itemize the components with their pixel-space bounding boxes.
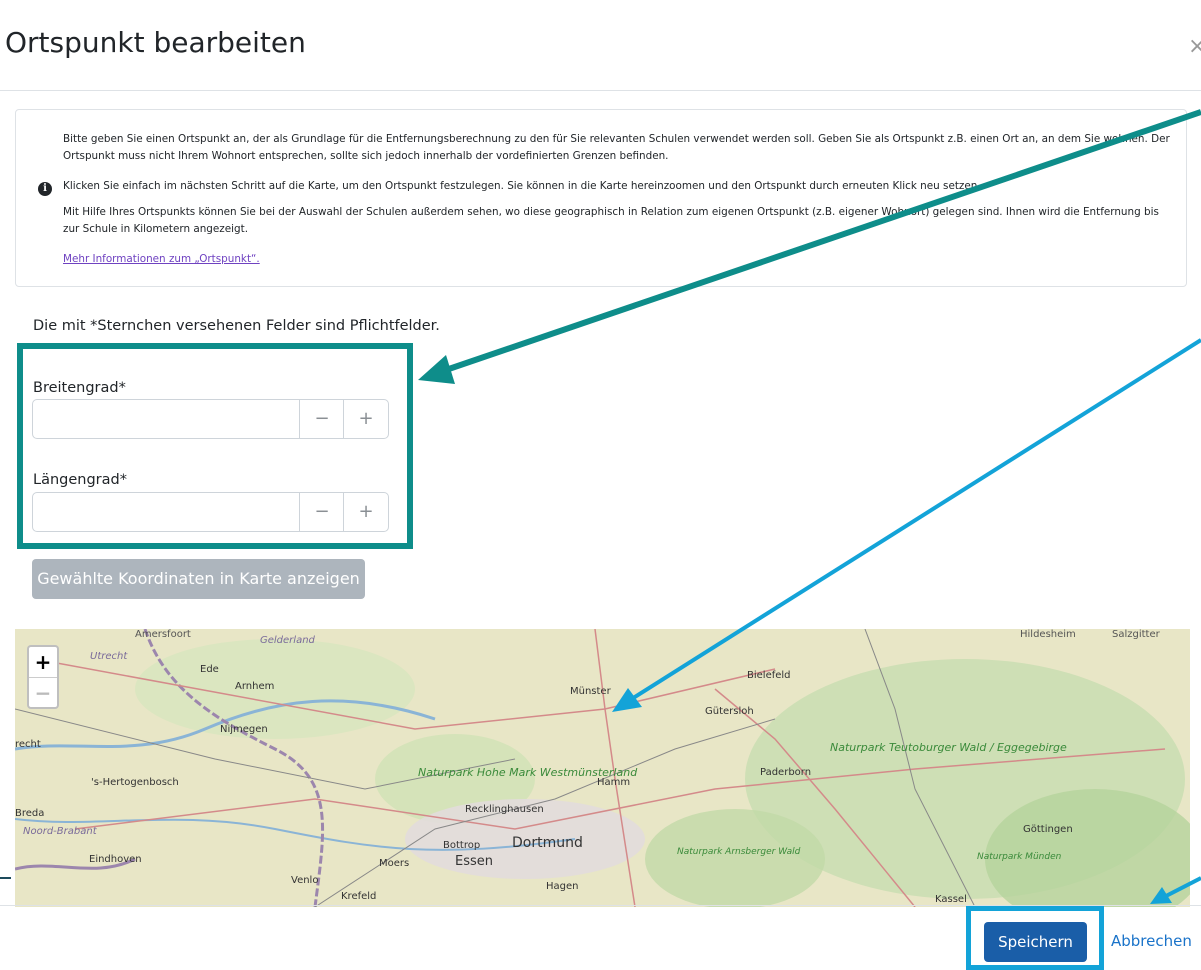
info-icon: i <box>38 182 52 196</box>
map-label-amersfoort: Amersfoort <box>135 629 191 640</box>
info-box: i Bitte geben Sie einen Ortspunkt an, de… <box>15 109 1187 287</box>
map-label-goettingen: Göttingen <box>1023 824 1073 835</box>
map-label-krefeld: Krefeld <box>341 891 376 902</box>
more-info-link[interactable]: Mehr Informationen zum „Ortspunkt“. <box>63 253 260 265</box>
map-canvas[interactable]: Amersfoort Gelderland Utrecht Ede Arnhem… <box>15 629 1190 907</box>
map-label-arnhem: Arnhem <box>235 681 274 692</box>
map-label-venlo: Venlo <box>291 875 318 886</box>
info-paragraph-3: Mit Hilfe Ihres Ortspunkts können Sie be… <box>63 206 1159 235</box>
zoom-out-button[interactable]: − <box>29 678 57 708</box>
info-paragraph-2: Klicken Sie einfach im nächsten Schritt … <box>63 180 981 192</box>
map-zoom-control: + − <box>27 645 59 709</box>
teal-arrow-head <box>418 355 455 384</box>
map-label-bottrop: Bottrop <box>443 840 480 851</box>
map-label-hohe-mark: Naturpark Hohe Mark Westmünsterland <box>418 766 638 779</box>
map-label-nijmegen: Nijmegen <box>220 724 268 735</box>
required-fields-note: Die mit *Sternchen versehenen Felder sin… <box>33 318 440 334</box>
map-label-hildesheim: Hildesheim <box>1020 629 1076 640</box>
zoom-in-button[interactable]: + <box>29 647 57 678</box>
info-paragraph-1: Bitte geben Sie einen Ortspunkt an, der … <box>63 133 1170 162</box>
edit-location-dialog: Ortspunkt bearbeiten × i Bitte geben Sie… <box>0 0 1201 970</box>
map-label-muenster: Münster <box>570 686 612 697</box>
map-label-essen: Essen <box>455 854 493 869</box>
save-highlight-frame <box>966 906 1104 970</box>
map[interactable]: Amersfoort Gelderland Utrecht Ede Arnhem… <box>15 629 1190 907</box>
coordinates-highlight-frame <box>17 343 413 549</box>
map-label-teutoburger-wald: Naturpark Teutoburger Wald / Eggegebirge <box>830 741 1067 754</box>
edge-mark <box>0 877 11 879</box>
map-label-naturpark-muenden: Naturpark Münden <box>977 852 1062 862</box>
map-label-bielefeld: Bielefeld <box>747 670 791 681</box>
map-label-recklinghausen: Recklinghausen <box>465 804 544 815</box>
map-label-eindhoven: Eindhoven <box>89 854 142 865</box>
map-label-hertogenbosch: 's-Hertogenbosch <box>91 777 179 788</box>
map-label-moers: Moers <box>379 858 409 869</box>
show-coordinates-button[interactable]: Gewählte Koordinaten in Karte anzeigen <box>32 559 365 599</box>
cancel-link[interactable]: Abbrechen <box>1111 932 1192 950</box>
close-icon[interactable]: × <box>1188 36 1201 58</box>
map-label-salzgitter: Salzgitter <box>1112 629 1161 640</box>
map-label-recht: recht <box>15 739 41 750</box>
map-label-dortmund: Dortmund <box>512 835 583 851</box>
map-label-breda: Breda <box>15 808 44 819</box>
map-label-guetersloh: Gütersloh <box>705 706 754 717</box>
map-label-paderborn: Paderborn <box>760 767 811 778</box>
map-label-hagen: Hagen <box>546 881 579 892</box>
map-label-arnsberger-wald: Naturpark Arnsberger Wald <box>677 847 801 857</box>
map-label-noord-brabant: Noord-Brabant <box>23 826 98 837</box>
dialog-title: Ortspunkt bearbeiten <box>5 26 306 59</box>
map-label-ede: Ede <box>200 664 219 675</box>
map-label-gelderland: Gelderland <box>260 635 316 646</box>
map-label-utrecht: Utrecht <box>90 651 128 662</box>
map-label-kassel: Kassel <box>935 894 967 905</box>
dialog-header: Ortspunkt bearbeiten × <box>0 0 1201 91</box>
